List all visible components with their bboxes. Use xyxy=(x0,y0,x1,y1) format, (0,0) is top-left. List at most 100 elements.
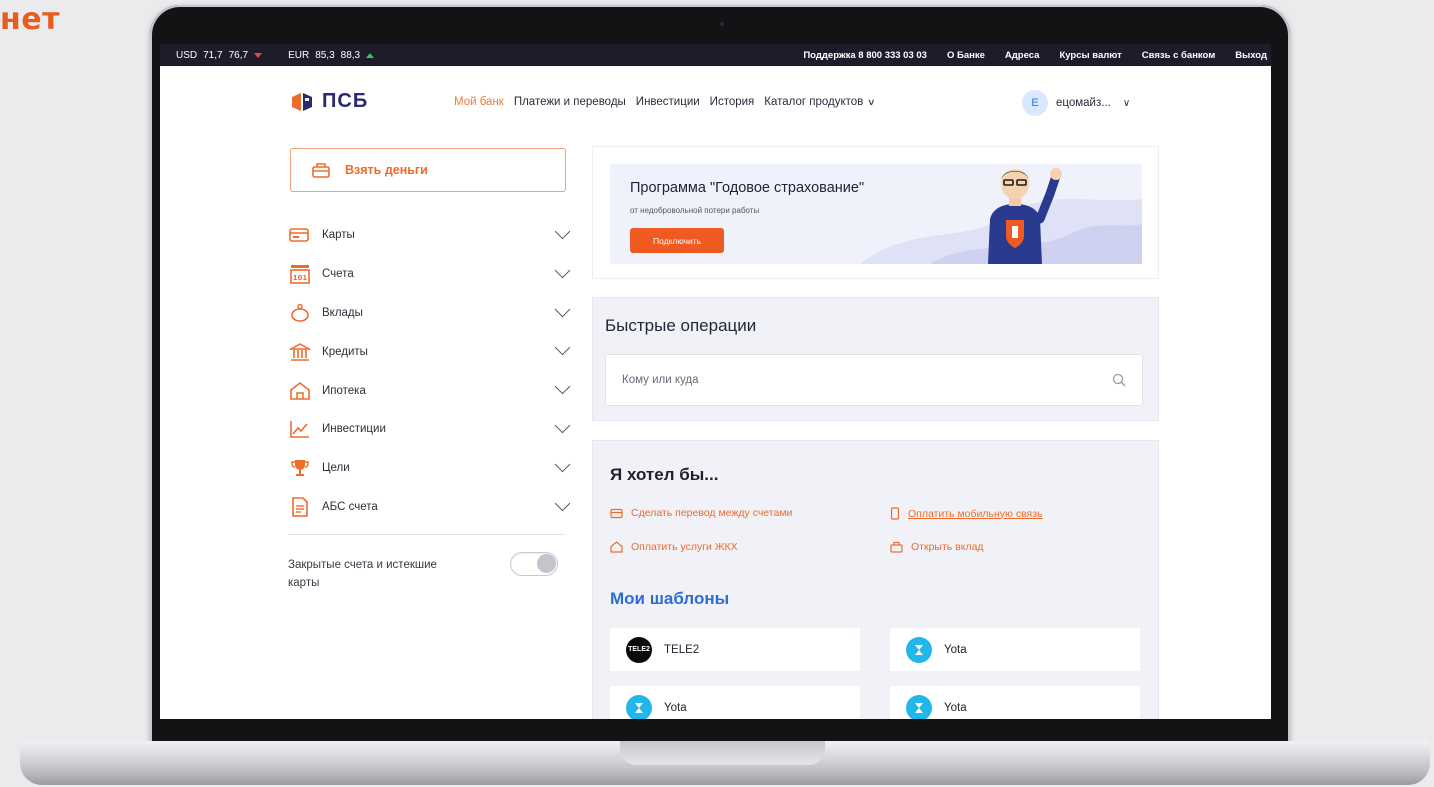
user-menu[interactable]: Е ецомайз... ∨ xyxy=(1022,90,1130,116)
chevron-down-icon: ∨ xyxy=(1122,97,1131,109)
sidebar-item-label: АБС счета xyxy=(322,500,378,513)
nav-investments[interactable]: Инвестиции xyxy=(636,96,700,108)
psb-logo-icon xyxy=(292,92,312,111)
main-nav: Мой банк Платежи и переводы Инвестиции И… xyxy=(454,96,876,108)
user-name: ецомайз... xyxy=(1056,97,1111,109)
template-item[interactable]: Yota xyxy=(890,628,1140,671)
sidebar-item-mortgage[interactable]: Ипотека xyxy=(288,371,571,410)
i-would-like-title: Я хотел бы... xyxy=(610,465,719,484)
chevron-down-icon xyxy=(554,340,571,356)
top-link-logout[interactable]: Выход xyxy=(1235,50,1267,61)
sidebar-item-label: Кредиты xyxy=(322,345,368,358)
quick-operations-title: Быстрые операции xyxy=(605,316,757,335)
promo-banner: Программа "Годовое страхование" от недоб… xyxy=(610,164,1142,264)
link-transfer-between-accounts[interactable]: Сделать перевод между счетами xyxy=(610,507,792,519)
chart-icon xyxy=(288,417,312,441)
top-link-addresses[interactable]: Адреса xyxy=(1005,50,1040,61)
svg-text:101: 101 xyxy=(293,274,308,282)
rate-down-icon xyxy=(254,52,263,58)
chevron-down-icon xyxy=(554,378,571,395)
promo-card: Программа "Годовое страхование" от недоб… xyxy=(592,146,1159,279)
document-icon xyxy=(288,495,312,519)
avatar: Е xyxy=(1022,90,1048,116)
search-input[interactable] xyxy=(606,355,1086,405)
logo[interactable]: ПСБ xyxy=(290,90,368,113)
chevron-down-icon: ∨ xyxy=(867,97,876,107)
chevron-down-icon xyxy=(554,495,571,511)
search-icon[interactable] xyxy=(1112,373,1126,387)
link-text: Сделать перевод между счетами xyxy=(631,507,793,519)
sidebar-item-label: Цели xyxy=(322,462,350,475)
sidebar-item-label: Вклады xyxy=(322,306,363,319)
rate-up-icon xyxy=(366,52,375,58)
phone-icon xyxy=(890,507,900,520)
sidebar-item-credits[interactable]: Кредиты xyxy=(288,332,571,371)
chevron-down-icon xyxy=(554,223,571,240)
sidebar-item-abs-accounts[interactable]: АБС счета xyxy=(288,488,571,527)
wallet-icon xyxy=(312,163,330,178)
sidebar-item-deposits[interactable]: Вклады xyxy=(288,294,571,333)
nav-payments[interactable]: Платежи и переводы xyxy=(514,96,626,108)
top-link-rates[interactable]: Курсы валют xyxy=(1059,50,1121,61)
template-label: TELE2 xyxy=(664,643,700,656)
top-bar: USD 71,7 76,7 EUR 85,3 88,3 Поддержка 8 … xyxy=(160,44,1271,66)
card-icon xyxy=(288,223,312,247)
sidebar-item-label: Счета xyxy=(322,268,354,281)
trophy-icon xyxy=(288,456,312,480)
currency-rates: USD 71,7 76,7 EUR 85,3 88,3 xyxy=(160,49,375,61)
house-icon xyxy=(610,541,623,553)
house-icon xyxy=(288,379,312,403)
sidebar-item-accounts[interactable]: 101 Счета xyxy=(288,255,571,294)
sidebar-menu: Карты 101 Счета Вклады Кредиты Ипотека И… xyxy=(288,216,571,527)
search-box xyxy=(605,354,1143,406)
i-would-like-panel: Я хотел бы... Сделать перевод между счет… xyxy=(592,440,1159,719)
sidebar-item-cards[interactable]: Карты xyxy=(288,216,571,255)
promo-title: Программа "Годовое страхование" xyxy=(630,180,865,196)
nav-my-bank[interactable]: Мой банк xyxy=(454,96,504,108)
usd-buy: 71,7 xyxy=(203,49,223,61)
nav-history[interactable]: История xyxy=(710,96,755,108)
sidebar-item-label: Инвестиции xyxy=(322,423,386,436)
sidebar-divider xyxy=(288,534,565,535)
eur-sell: 88,3 xyxy=(340,49,361,61)
chevron-down-icon xyxy=(554,301,571,317)
piggy-bank-icon xyxy=(288,301,312,325)
sidebar-item-goals[interactable]: Цели xyxy=(288,449,571,488)
take-money-label: Взять деньги xyxy=(345,163,428,177)
camera-dot xyxy=(720,22,724,26)
yota-logo-icon xyxy=(626,694,652,719)
bank-icon xyxy=(288,340,312,364)
template-item[interactable]: TELE2 TELE2 xyxy=(610,628,860,671)
link-pay-mobile[interactable]: Оплатить мобильную связь xyxy=(890,507,1043,520)
my-templates-title: Мои шаблоны xyxy=(610,589,730,608)
usd-sell: 76,7 xyxy=(228,49,249,61)
link-text: Оплатить мобильную связь xyxy=(908,507,1043,520)
toggle-knob xyxy=(537,554,556,573)
chevron-down-icon xyxy=(554,456,571,473)
top-links: Поддержка 8 800 333 03 03 О Банке Адреса… xyxy=(803,44,1267,66)
template-label: Yota xyxy=(944,701,967,714)
sidebar-item-label: Карты xyxy=(322,229,355,242)
link-open-deposit[interactable]: Открыть вклад xyxy=(890,541,984,553)
chevron-down-icon xyxy=(554,262,571,279)
take-money-button[interactable]: Взять деньги xyxy=(290,148,566,192)
link-pay-utilities[interactable]: Оплатить услуги ЖКХ xyxy=(610,541,738,553)
nav-catalog[interactable]: Каталог продуктов ∨ xyxy=(764,96,876,108)
sidebar-item-investments[interactable]: Инвестиции xyxy=(288,410,571,449)
template-item[interactable]: Yota xyxy=(890,686,1140,719)
nav-catalog-label: Каталог продуктов xyxy=(764,96,864,108)
top-link-support[interactable]: Поддержка 8 800 333 03 03 xyxy=(803,50,927,61)
corner-text: нет xyxy=(0,2,60,37)
tele2-logo-icon: TELE2 xyxy=(626,636,652,663)
promo-subtitle: от недобровольной потери работы xyxy=(630,206,760,215)
card-icon xyxy=(610,508,623,518)
template-item[interactable]: Yota xyxy=(610,686,860,719)
closed-accounts-label: Закрытые счета и истекшие карты xyxy=(288,559,437,590)
top-link-contact[interactable]: Связь с банком xyxy=(1142,50,1215,61)
link-text: Открыть вклад xyxy=(911,541,984,553)
logo-text: ПСБ xyxy=(322,90,369,112)
top-link-about[interactable]: О Банке xyxy=(947,50,985,61)
closed-accounts-toggle[interactable] xyxy=(510,552,558,576)
promo-connect-button[interactable]: Подключить xyxy=(630,228,724,253)
yota-logo-icon xyxy=(906,636,932,663)
